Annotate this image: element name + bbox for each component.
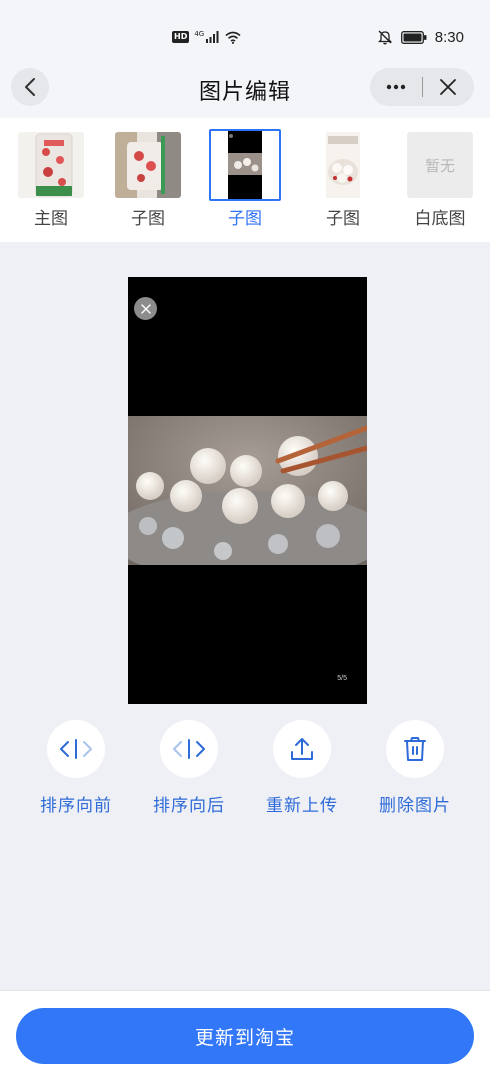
- thumbnail-image: [209, 129, 281, 201]
- action-icon-circle: [160, 720, 218, 778]
- mini-program-capsule: [370, 68, 474, 106]
- more-button[interactable]: [370, 68, 422, 106]
- signal-icon: [206, 31, 219, 43]
- move-backward-icon: [173, 739, 205, 759]
- thumbnail-main[interactable]: 主图: [15, 132, 87, 232]
- wifi-icon: [225, 31, 241, 44]
- reupload-button[interactable]: 重新上传: [252, 720, 352, 820]
- page-indicator: 5/5: [337, 675, 347, 682]
- empty-placeholder: 暂无: [407, 132, 473, 198]
- action-label: 删除图片: [379, 796, 451, 816]
- close-button[interactable]: [422, 68, 474, 106]
- thumbnail-label: 白底图: [414, 209, 466, 229]
- image-preview: 5/5: [128, 277, 367, 704]
- thumbnail-image: [115, 132, 181, 198]
- close-icon: [440, 79, 457, 95]
- thumbnail-image: [18, 132, 84, 198]
- thumbnail-sub-2-selected[interactable]: 子图: [209, 129, 281, 232]
- action-icon-circle: [273, 720, 331, 778]
- thumbnail-label: 子图: [131, 209, 165, 229]
- mute-icon: [377, 30, 392, 45]
- update-to-taobao-button[interactable]: 更新到淘宝: [16, 1008, 474, 1064]
- move-backward-button[interactable]: 排序向后: [139, 720, 239, 820]
- thumbnail-strip: 主图 子图 子图 子图 暂无 白底图: [0, 118, 490, 242]
- thumbnail-image: 暂无: [407, 132, 473, 198]
- clock: 8:30: [434, 28, 464, 46]
- delete-image-button[interactable]: 删除图片: [365, 720, 465, 820]
- network-type: 4G: [194, 30, 205, 38]
- more-icon: [386, 84, 405, 90]
- thumbnail-white-bg[interactable]: 暂无 白底图: [404, 132, 476, 232]
- action-label: 排序向后: [153, 796, 225, 816]
- hd-icon: HD: [172, 31, 190, 43]
- status-bar: HD 4G 8:30: [0, 0, 490, 60]
- thumbnail-sub-3[interactable]: 子图: [307, 132, 379, 232]
- remove-image-button[interactable]: [134, 297, 157, 320]
- thumbnail-image: [310, 132, 376, 198]
- action-label: 重新上传: [266, 796, 338, 816]
- bottom-bar: 更新到淘宝: [0, 990, 490, 1080]
- preview-photo: [128, 416, 367, 565]
- nav-bar: 图片编辑: [0, 60, 490, 118]
- thumbnail-label: 子图: [326, 209, 360, 229]
- action-icon-circle: [47, 720, 105, 778]
- action-label: 排序向前: [40, 796, 112, 816]
- thumbnail-label: 主图: [34, 209, 68, 229]
- upload-icon: [291, 738, 313, 760]
- status-indicators: HD 4G: [172, 28, 241, 46]
- thumbnail-label: 子图: [228, 209, 262, 229]
- battery-icon: [400, 30, 427, 44]
- move-forward-button[interactable]: 排序向前: [26, 720, 126, 820]
- action-icon-circle: [386, 720, 444, 778]
- trash-icon: [404, 737, 426, 761]
- thumbnail-sub-1[interactable]: 子图: [112, 132, 184, 232]
- status-right: 8:30: [377, 27, 464, 47]
- close-circle-icon: [140, 303, 151, 314]
- move-forward-icon: [60, 739, 92, 759]
